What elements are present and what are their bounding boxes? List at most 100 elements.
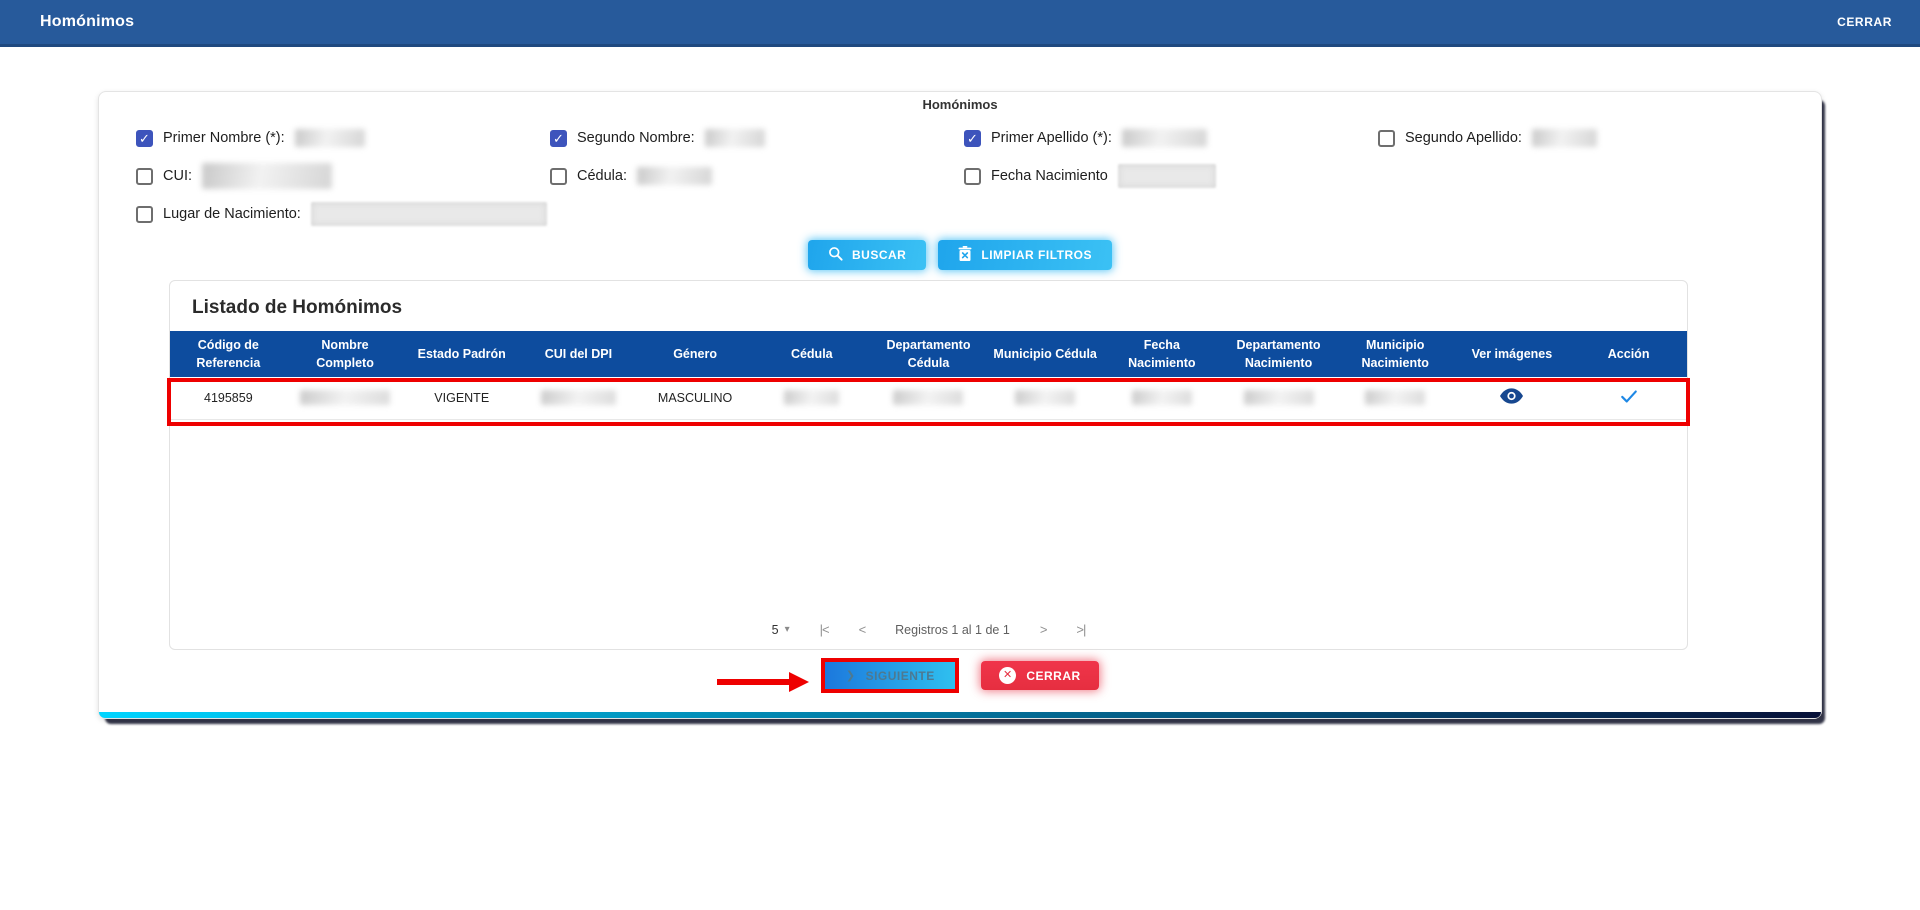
filter-field-segundo-apellido: Segundo Apellido:	[1378, 129, 1792, 147]
table-row[interactable]: 4195859 VIGENTE MASCULINO	[170, 377, 1687, 419]
redacted-value[interactable]	[1122, 129, 1207, 147]
column-header: Fecha Nacimiento	[1104, 331, 1221, 377]
cell-municipio-nacimiento	[1337, 377, 1454, 419]
last-page-icon[interactable]: >|	[1076, 622, 1085, 637]
cedula-checkbox[interactable]	[550, 168, 567, 185]
chevron-right-icon: ❯	[846, 669, 856, 682]
cerrar-button[interactable]: ✕ CERRAR	[981, 661, 1098, 690]
cell-cedula	[753, 377, 870, 419]
window-title: Homónimos	[40, 13, 134, 31]
field-label: CUI:	[163, 168, 192, 184]
close-circle-icon: ✕	[999, 667, 1016, 684]
primer-nombre-checkbox[interactable]	[136, 130, 153, 147]
cell-nombre-completo	[287, 377, 404, 419]
bottom-gradient-strip	[99, 712, 1821, 718]
column-header: Nombre Completo	[287, 331, 404, 377]
table-header: Código de Referencia Nombre Completo Est…	[170, 331, 1687, 377]
trash-icon	[958, 246, 972, 265]
column-header: Municipio Nacimiento	[1337, 331, 1454, 377]
column-header: Departamento Cédula	[870, 331, 987, 377]
search-icon	[828, 246, 843, 264]
column-header: Estado Padrón	[403, 331, 520, 377]
primer-apellido-checkbox[interactable]	[964, 130, 981, 147]
filter-actions: BUSCAR LIMPIAR FILTROS	[99, 240, 1821, 270]
column-header: Municipio Cédula	[987, 331, 1104, 377]
filter-field-segundo-nombre: Segundo Nombre:	[550, 129, 964, 147]
siguiente-button[interactable]: ❯ SIGUIENTE	[825, 662, 955, 689]
column-header: Cédula	[753, 331, 870, 377]
cell-cui-dpi	[520, 377, 637, 419]
filter-form: Primer Nombre (*): Segundo Nombre: Prime…	[136, 119, 1792, 233]
top-bar: Homónimos CERRAR	[0, 0, 1920, 47]
cerrar-label: CERRAR	[1026, 669, 1080, 683]
field-label: Segundo Apellido:	[1405, 130, 1522, 146]
buscar-label: BUSCAR	[852, 248, 906, 262]
annotation-next-box: ❯ SIGUIENTE	[821, 658, 959, 693]
cui-checkbox[interactable]	[136, 168, 153, 185]
redacted-value	[1244, 390, 1314, 405]
column-header: Ver imágenes	[1454, 331, 1571, 377]
column-header: Género	[637, 331, 754, 377]
column-header: Código de Referencia	[170, 331, 287, 377]
cell-genero: MASCULINO	[637, 377, 754, 419]
redacted-value[interactable]	[1532, 129, 1597, 147]
field-label: Cédula:	[577, 168, 627, 184]
buscar-button[interactable]: BUSCAR	[808, 240, 926, 270]
field-label: Lugar de Nacimiento:	[163, 206, 301, 222]
cell-fecha-nacimiento	[1104, 377, 1221, 419]
homonimos-table: Código de Referencia Nombre Completo Est…	[170, 331, 1687, 420]
filter-field-primer-apellido: Primer Apellido (*):	[964, 129, 1378, 147]
redacted-value	[784, 390, 839, 405]
cell-ver-imagenes	[1454, 377, 1571, 419]
field-label: Segundo Nombre:	[577, 130, 695, 146]
redacted-value	[1365, 390, 1425, 405]
cell-accion	[1570, 377, 1687, 419]
redacted-value	[893, 390, 963, 405]
footer-actions: ❯ SIGUIENTE ✕ CERRAR	[99, 658, 1821, 693]
cell-departamento-cedula	[870, 377, 987, 419]
column-header: CUI del DPI	[520, 331, 637, 377]
siguiente-label: SIGUIENTE	[866, 669, 935, 683]
segundo-nombre-checkbox[interactable]	[550, 130, 567, 147]
segundo-apellido-checkbox[interactable]	[1378, 130, 1395, 147]
listado-title: Listado de Homónimos	[192, 297, 1687, 319]
cell-codigo-referencia: 4195859	[170, 377, 287, 419]
cell-municipio-cedula	[987, 377, 1104, 419]
filter-field-primer-nombre: Primer Nombre (*):	[136, 129, 550, 147]
dialog-title: Homónimos	[99, 97, 1821, 112]
chevron-down-icon: ▾	[785, 624, 790, 635]
limpiar-filtros-button[interactable]: LIMPIAR FILTROS	[938, 240, 1112, 270]
lugar-nacimiento-checkbox[interactable]	[136, 206, 153, 223]
lugar-nacimiento-input[interactable]	[311, 202, 547, 226]
cell-estado-padron: VIGENTE	[403, 377, 520, 419]
fecha-nacimiento-input[interactable]	[1118, 164, 1216, 188]
redacted-value	[541, 390, 616, 405]
filter-field-lugar-nacimiento: Lugar de Nacimiento:	[136, 202, 550, 226]
field-label: Primer Apellido (*):	[991, 130, 1112, 146]
first-page-icon[interactable]: |<	[820, 622, 829, 637]
fecha-nacimiento-checkbox[interactable]	[964, 168, 981, 185]
column-header: Acción	[1570, 331, 1687, 377]
eye-icon[interactable]	[1500, 388, 1523, 404]
filter-field-cedula: Cédula:	[550, 167, 964, 185]
next-page-icon[interactable]: >	[1040, 622, 1047, 637]
limpiar-label: LIMPIAR FILTROS	[981, 248, 1092, 262]
page-size-value: 5	[772, 623, 779, 637]
redacted-value	[1015, 390, 1075, 405]
cell-departamento-nacimiento	[1220, 377, 1337, 419]
records-label: Registros 1 al 1 de 1	[895, 623, 1010, 637]
filter-field-cui: CUI:	[136, 163, 550, 189]
field-label: Fecha Nacimiento	[991, 168, 1108, 184]
redacted-value[interactable]	[637, 167, 712, 185]
pagination: 5 ▾ |< < Registros 1 al 1 de 1 > >|	[170, 622, 1687, 637]
listado-panel: Listado de Homónimos Código de Referenci…	[169, 280, 1688, 650]
redacted-value[interactable]	[705, 129, 765, 147]
redacted-value[interactable]	[295, 129, 365, 147]
redacted-value	[300, 390, 390, 405]
redacted-value[interactable]	[202, 163, 332, 189]
check-icon[interactable]	[1620, 389, 1638, 404]
topbar-cerrar-button[interactable]: CERRAR	[1837, 15, 1892, 29]
homonimos-dialog: Homónimos Primer Nombre (*): Segundo Nom…	[98, 91, 1822, 719]
prev-page-icon[interactable]: <	[859, 622, 866, 637]
page-size-select[interactable]: 5 ▾	[772, 623, 790, 637]
